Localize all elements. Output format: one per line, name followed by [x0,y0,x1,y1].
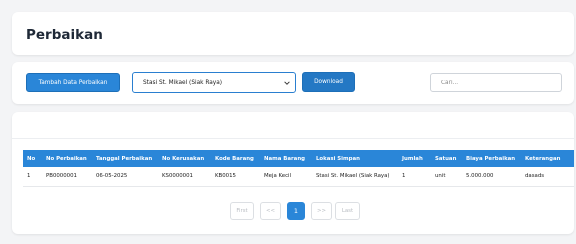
chevron-down-icon [284,81,290,85]
col-header-no: No [27,155,36,162]
add-repair-button[interactable]: Tambah Data Perbaikan [26,73,120,92]
toolbar-card: Tambah Data Perbaikan Stasi St. Mikael (… [12,62,574,104]
table-card: No No Perbaikan Tanggal Perbaikan No Ker… [12,112,574,234]
cell-notes: dasads [525,173,545,180]
page-title: Perbaikan [26,27,103,43]
pagination-last-button[interactable]: Last [335,202,360,220]
search-input[interactable] [430,73,562,92]
col-header-item-code: Kode Barang [215,155,254,162]
cell-item-code: KB0015 [215,173,236,180]
cell-repair-date: 06-05-2025 [96,173,128,180]
table-row: 1 PB0000001 06-05-2025 KS0000001 KB0015 … [23,167,574,186]
station-select-value: Stasi St. Mikael (Siak Raya) [143,79,223,86]
col-header-quantity: Jumlah [402,155,423,162]
pagination-next-button[interactable]: >> [311,202,332,220]
repair-table: No No Perbaikan Tanggal Perbaikan No Ker… [23,150,574,187]
col-header-repair-no: No Perbaikan [46,155,87,162]
title-card: Perbaikan [12,12,574,55]
col-header-repair-date: Tanggal Perbaikan [96,155,153,162]
cell-quantity: 1 [402,173,406,180]
col-header-damage-no: No Kerusakan [162,155,205,162]
col-header-repair-cost: Biaya Perbaikan [466,155,516,162]
cell-repair-no: PB0000001 [46,173,77,180]
card-divider [12,138,574,139]
pagination-first-button[interactable]: First [230,202,254,220]
station-select[interactable]: Stasi St. Mikael (Siak Raya) [132,72,296,93]
download-button[interactable]: Download [302,72,355,92]
cell-unit: unit [435,173,446,180]
col-header-item-name: Nama Barang [264,155,306,162]
cell-item-name: Meja Kecil [264,173,292,180]
col-header-notes: Keterangan [525,155,561,162]
cell-location: Stasi St. Mikael (Siak Raya) [316,173,390,180]
pagination-page-1-button[interactable]: 1 [287,202,305,220]
col-header-unit: Satuan [435,155,457,162]
cell-damage-no: KS0000001 [162,173,193,180]
cell-repair-cost: 5.000.000 [466,173,494,180]
table-header-row: No No Perbaikan Tanggal Perbaikan No Ker… [23,150,574,167]
col-header-location: Lokasi Simpan [316,155,360,162]
pagination-prev-button[interactable]: << [260,202,281,220]
cell-no: 1 [27,173,31,180]
